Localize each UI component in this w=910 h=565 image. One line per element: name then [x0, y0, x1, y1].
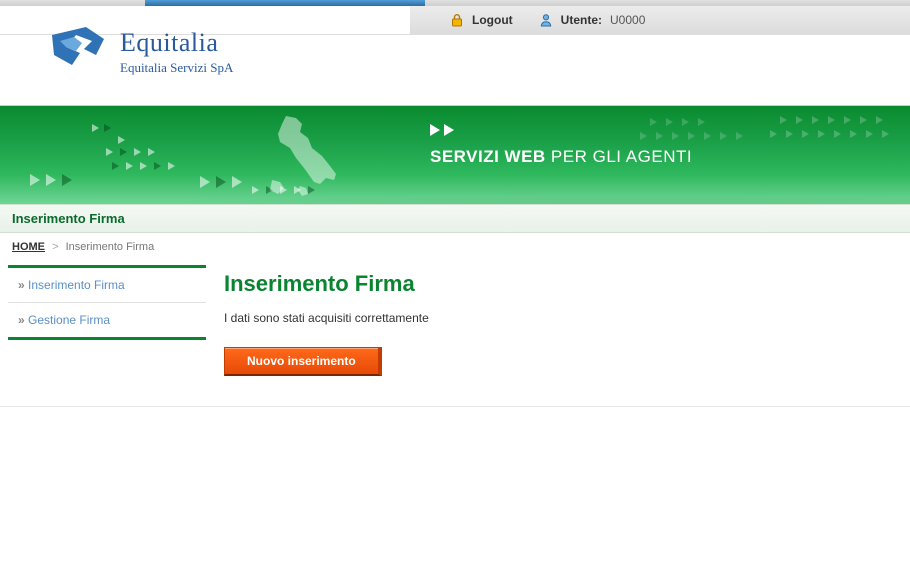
footer-divider	[0, 406, 910, 407]
page: Logout Utente: U0000 Equitalia Equitalia…	[0, 0, 910, 407]
sidebar-menu: Inserimento Firma Gestione Firma	[8, 265, 206, 340]
brand-logo-text: Equitalia Equitalia Servizi SpA	[120, 28, 233, 76]
chevron-right-icon: >	[52, 241, 58, 253]
sidebar-item-inserimento-firma[interactable]: Inserimento Firma	[8, 268, 206, 303]
section-title-bar: Inserimento Firma	[0, 204, 910, 233]
banner-title-strong: SERVIZI WEB	[430, 147, 546, 166]
banner-title-text: SERVIZI WEB PER GLI AGENTI	[430, 147, 692, 167]
content-row: Inserimento Firma Gestione Firma Inserim…	[0, 261, 910, 406]
hero-banner: SERVIZI WEB PER GLI AGENTI	[0, 105, 910, 204]
brand-subtitle: Equitalia Servizi SpA	[120, 60, 233, 76]
user-value: U0000	[610, 13, 645, 27]
brand-name: Equitalia	[120, 28, 233, 58]
success-message: I dati sono stati acquisiti correttament…	[224, 311, 902, 325]
nuovo-inserimento-button[interactable]: Nuovo inserimento	[224, 347, 382, 376]
breadcrumb-current: Inserimento Firma	[66, 241, 155, 253]
brand-logo-mark	[46, 25, 110, 79]
user-icon	[539, 13, 553, 27]
breadcrumb-home-link[interactable]: HOME	[12, 241, 45, 253]
play-icons	[430, 124, 458, 139]
banner-title-rest: PER GLI AGENTI	[546, 147, 692, 166]
sidebar-item-gestione-firma[interactable]: Gestione Firma	[8, 303, 206, 340]
breadcrumb: HOME > Inserimento Firma	[0, 233, 910, 261]
user-strip: Logout Utente: U0000	[410, 6, 910, 34]
banner-title: SERVIZI WEB PER GLI AGENTI	[430, 124, 692, 167]
main-content: Inserimento Firma I dati sono stati acqu…	[224, 265, 902, 376]
logout-link[interactable]: Logout	[472, 13, 513, 27]
sidebar: Inserimento Firma Gestione Firma	[8, 265, 206, 340]
italy-silhouette-icon	[250, 112, 360, 202]
user-label: Utente:	[561, 13, 602, 27]
header: Equitalia Equitalia Servizi SpA	[0, 35, 910, 105]
page-heading: Inserimento Firma	[224, 271, 902, 297]
brand-logo: Equitalia Equitalia Servizi SpA	[46, 25, 233, 79]
lock-icon	[450, 13, 464, 27]
